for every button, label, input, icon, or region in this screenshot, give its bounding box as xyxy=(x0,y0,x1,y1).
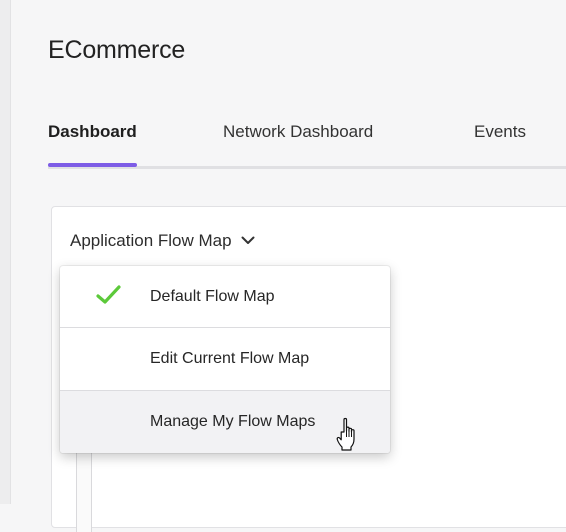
menu-item-label: Default Flow Map xyxy=(150,288,275,305)
flow-map-dropdown-label: Application Flow Map xyxy=(70,231,232,250)
flow-map-dropdown[interactable]: Application Flow Map xyxy=(70,231,255,251)
menu-item-label: Manage My Flow Maps xyxy=(150,413,316,430)
tab-dashboard-label: Dashboard xyxy=(48,122,137,141)
left-sidebar-edge xyxy=(0,0,11,504)
tab-events[interactable]: Events xyxy=(474,122,526,142)
tab-bar: Dashboard Network Dashboard Events xyxy=(48,108,566,170)
tab-events-label: Events xyxy=(474,122,526,141)
chevron-down-icon xyxy=(241,230,255,250)
checkmark-icon xyxy=(96,284,122,311)
tab-network-dashboard[interactable]: Network Dashboard xyxy=(223,122,373,142)
active-tab-indicator xyxy=(48,163,137,167)
hand-pointer-icon xyxy=(336,417,362,453)
menu-item-edit-current-flow-map[interactable]: Edit Current Flow Map xyxy=(60,327,390,390)
panel-content-edge xyxy=(76,452,92,532)
tab-dashboard[interactable]: Dashboard xyxy=(48,122,137,167)
tab-network-dashboard-label: Network Dashboard xyxy=(223,122,374,141)
menu-item-label: Edit Current Flow Map xyxy=(150,350,310,367)
menu-item-default-flow-map[interactable]: Default Flow Map xyxy=(60,266,390,327)
app-title: ECommerce xyxy=(48,36,186,64)
